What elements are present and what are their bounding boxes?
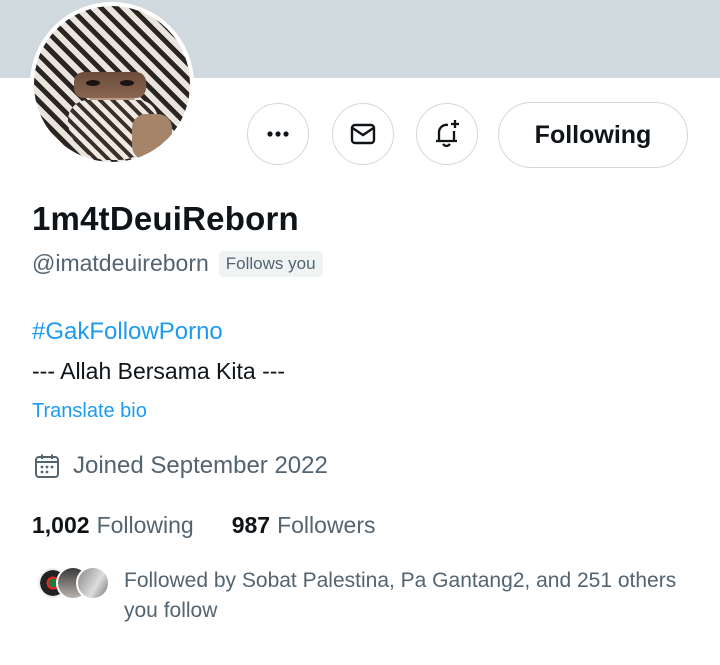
followers-label: Followers: [277, 512, 376, 538]
avatar-eye: [120, 80, 134, 86]
joined-date: Joined September 2022: [73, 452, 328, 479]
message-button[interactable]: [332, 103, 394, 165]
bio-hashtag-link[interactable]: #GakFollowPorno: [32, 318, 223, 346]
calendar-icon: [35, 454, 59, 478]
avatar[interactable]: [30, 2, 194, 166]
avatar-eye: [86, 80, 100, 86]
more-button[interactable]: [247, 103, 309, 165]
avatar-face: [74, 72, 146, 98]
envelope-icon: [350, 123, 376, 145]
follows-you-badge: Follows you: [218, 250, 323, 277]
followers-stat-link[interactable]: 987 Followers: [232, 512, 376, 539]
notifications-button[interactable]: [416, 103, 478, 165]
bell-plus-icon: [436, 120, 459, 148]
following-label: Following: [96, 512, 194, 538]
translate-bio-link[interactable]: Translate bio: [32, 400, 147, 423]
mutual-avatar: [76, 566, 110, 600]
bio-text: --- Allah Bersama Kita ---: [32, 358, 286, 384]
follow-stats: 1,002 Following 987 Followers: [32, 512, 414, 539]
followed-by-text[interactable]: Followed by Sobat Palestina, Pa Gantang2…: [124, 566, 704, 626]
handle-row: @imatdeuireborn Follows you: [32, 250, 323, 277]
joined-row: Joined September 2022: [33, 452, 328, 480]
user-handle: @imatdeuireborn: [32, 250, 209, 276]
avatar-hand: [132, 114, 172, 160]
following-count: 1,002: [32, 512, 90, 538]
followed-by-avatars[interactable]: [36, 566, 110, 600]
followers-count: 987: [231, 512, 271, 538]
following-button[interactable]: Following: [498, 102, 688, 168]
display-name: 1m4tDeuiReborn: [32, 200, 299, 237]
more-horizontal-icon: [267, 131, 289, 137]
following-stat-link[interactable]: 1,002 Following: [32, 512, 194, 539]
